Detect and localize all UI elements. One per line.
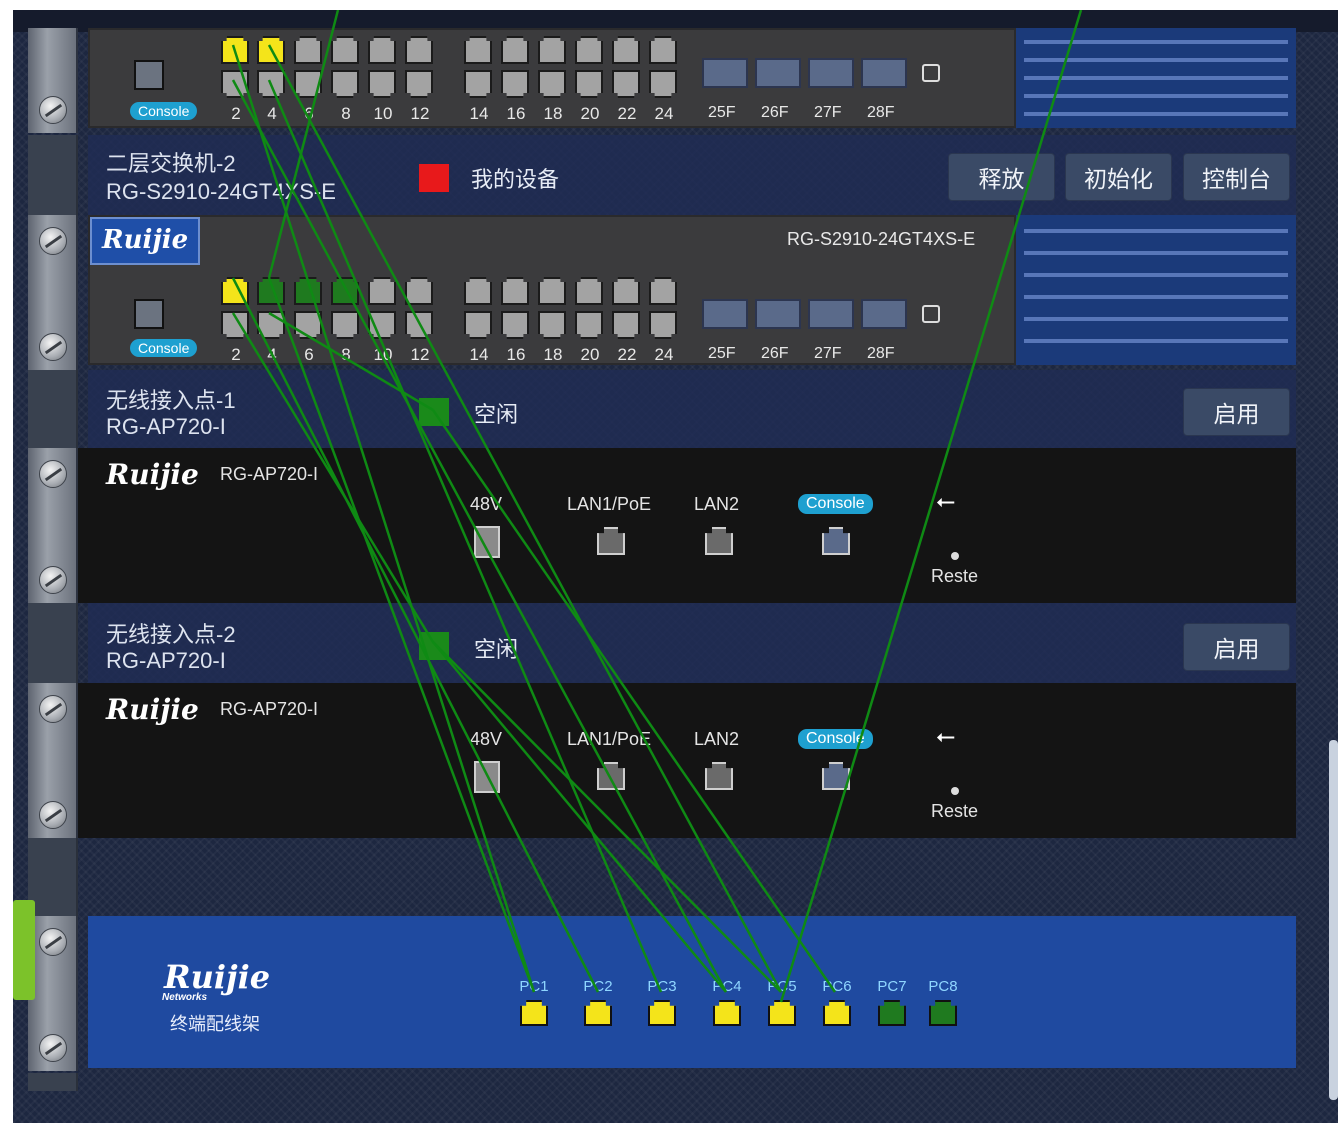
cable-sw1-p1-pc1 [231,44,536,993]
cable-overlay [231,10,1083,1003]
cable-sw2-p1-pc2 [231,277,600,993]
cable-sw1-p2-pc4 [231,79,728,993]
cable-ap2-pc4 [432,641,727,993]
cable-top-sw2p3 [267,10,340,279]
cable-sw1-p4-pc3 [267,79,663,993]
cable-top-pc6 [779,10,1083,1003]
cable-ap2-pc5 [432,641,782,993]
rack-stage: Console 2 4 6 8 10 12 14 16 18 20 22 24 25F 26F 27F 28F… [13,10,1338,1123]
